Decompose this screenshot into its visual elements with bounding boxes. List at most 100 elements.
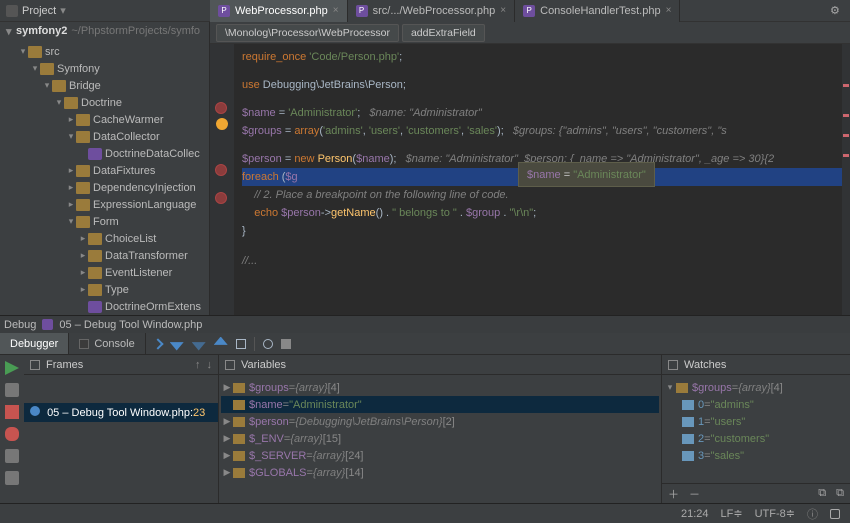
layout-icon[interactable] (5, 471, 19, 485)
lock-icon[interactable] (830, 509, 840, 519)
stop-icon[interactable] (5, 405, 19, 419)
tab-debugger[interactable]: Debugger (0, 333, 69, 354)
editor-tab-label: ConsoleHandlerTest.php (540, 5, 660, 17)
caret-position[interactable]: 21:24 (681, 508, 709, 520)
breakpoint-icon[interactable] (215, 102, 227, 114)
remove-watch-icon[interactable]: － (689, 486, 700, 502)
editor-tab-1[interactable]: P src/.../WebProcessor.php × (348, 0, 516, 22)
editor-area: \Monolog\Processor\WebProcessor addExtra… (210, 22, 850, 315)
file-encoding[interactable]: UTF-8≑ (755, 507, 795, 520)
step-out-icon[interactable] (214, 337, 228, 351)
settings-icon[interactable] (281, 339, 291, 349)
tree-node[interactable]: ▸DataTransformer (0, 247, 209, 264)
frame-row[interactable]: 05 – Debug Tool Window.php:23 (24, 403, 218, 422)
frame-icon (30, 406, 40, 416)
watches-pane: Watches ▾$groups = {array} [4]0 = "admin… (662, 355, 850, 503)
editor-tab-label: WebProcessor.php (235, 5, 328, 17)
watches-toolbar: ＋ － ⧉ ⧉ (662, 483, 850, 503)
code-editor[interactable]: require_once 'Code/Person.php'; use Debu… (210, 44, 850, 315)
add-watch-icon[interactable]: ＋ (668, 486, 679, 502)
view-breakpoints-icon[interactable] (5, 427, 19, 441)
tree-node[interactable]: ▸ExpressionLanguage (0, 196, 209, 213)
error-stripe[interactable] (842, 44, 850, 315)
variable-row[interactable]: ▶$_SERVER = {array} [24] (221, 447, 659, 464)
debug-file-label: 05 – Debug Tool Window.php (59, 319, 202, 331)
variable-row[interactable]: ▶$person = {Debugging\JetBrains\Person} … (221, 413, 659, 430)
breakpoint-icon[interactable] (215, 164, 227, 176)
status-bar: 21:24 LF≑ UTF-8≑ ⓘ (0, 503, 850, 523)
restore-icon[interactable] (668, 360, 678, 370)
variable-row[interactable]: ▶$_ENV = {array} [15] (221, 430, 659, 447)
tree-node[interactable]: ▾DataCollector (0, 128, 209, 145)
frames-header: Frames ↑↓ (24, 355, 218, 375)
more-icon[interactable]: ⧉ (836, 487, 844, 500)
editor-tabs: P WebProcessor.php × P src/.../WebProces… (210, 0, 680, 22)
thread-icon[interactable] (30, 360, 40, 370)
tree-node[interactable]: ▾Form (0, 213, 209, 230)
editor-gutter[interactable] (210, 44, 234, 315)
breadcrumb-method[interactable]: addExtraField (402, 24, 485, 42)
project-tree[interactable]: ▾src▾Symfony▾Bridge▾Doctrine▸CacheWarmer… (0, 41, 209, 315)
step-over-icon[interactable] (152, 338, 163, 349)
force-step-into-icon[interactable] (192, 337, 206, 351)
run-to-cursor-icon[interactable] (236, 339, 246, 349)
php-file-icon: P (356, 5, 368, 17)
watches-header: Watches (662, 355, 850, 375)
tree-node[interactable]: ▸DataFixtures (0, 162, 209, 179)
project-sidebar: ▾ symfony2 ~/PhpstormProjects/symfo ▾src… (0, 22, 210, 315)
close-icon[interactable]: × (500, 5, 506, 16)
copy-icon[interactable]: ⧉ (818, 487, 826, 500)
tab-console[interactable]: Console (69, 333, 145, 354)
tree-node[interactable]: ▾Bridge (0, 77, 209, 94)
line-separator[interactable]: LF≑ (721, 507, 743, 520)
breakpoint-icon[interactable] (215, 192, 227, 204)
tree-node[interactable]: ▾src (0, 43, 209, 60)
watch-item[interactable]: 0 = "admins" (664, 396, 848, 413)
debug-toolbar (146, 333, 291, 354)
mute-breakpoints-icon[interactable] (5, 449, 19, 463)
php-file-icon: P (523, 5, 535, 17)
tree-node[interactable]: ▸CacheWarmer (0, 111, 209, 128)
editor-tab-label: src/.../WebProcessor.php (373, 5, 496, 17)
pause-icon[interactable] (5, 383, 19, 397)
watch-item[interactable]: 1 = "users" (664, 413, 848, 430)
close-icon[interactable]: × (666, 5, 672, 16)
variable-row[interactable]: ▶$GLOBALS = {array} [14] (221, 464, 659, 481)
php-file-icon (42, 319, 53, 330)
project-root[interactable]: ▾ symfony2 ~/PhpstormProjects/symfo (0, 22, 209, 41)
debug-tool-header[interactable]: Debug 05 – Debug Tool Window.php (0, 315, 850, 333)
watch-row[interactable]: ▾$groups = {array} [4] (664, 379, 848, 396)
variable-row[interactable]: $name = "Administrator" (221, 396, 659, 413)
next-frame-icon[interactable]: ↓ (207, 359, 213, 371)
evaluate-icon[interactable] (263, 339, 273, 349)
tree-node[interactable]: ▸EventListener (0, 264, 209, 281)
gear-icon[interactable]: ⚙ (830, 4, 844, 17)
project-tool-icon[interactable] (6, 5, 18, 17)
resume-icon[interactable] (5, 361, 19, 375)
step-into-icon[interactable] (170, 337, 184, 351)
intention-bulb-icon[interactable] (216, 118, 228, 130)
frames-pane: Frames ↑↓ 05 – Debug Tool Window.php:23 (24, 355, 219, 503)
editor-tab-0[interactable]: P WebProcessor.php × (210, 0, 348, 22)
watch-item[interactable]: 3 = "sales" (664, 447, 848, 464)
breadcrumb-namespace[interactable]: \Monolog\Processor\WebProcessor (216, 24, 399, 42)
tree-node[interactable]: ▾Doctrine (0, 94, 209, 111)
tree-node[interactable]: DoctrineOrmExtens (0, 298, 209, 315)
close-icon[interactable]: × (333, 5, 339, 16)
debug-label: Debug (4, 319, 36, 331)
variables-header: Variables (219, 355, 661, 375)
inspect-icon[interactable]: ⓘ (807, 506, 818, 522)
editor-tab-2[interactable]: P ConsoleHandlerTest.php × (515, 0, 680, 22)
variable-row[interactable]: ▶$groups = {array} [4] (221, 379, 659, 396)
restore-icon[interactable] (225, 360, 235, 370)
prev-frame-icon[interactable]: ↑ (195, 359, 201, 371)
tree-node[interactable]: ▾Symfony (0, 60, 209, 77)
tree-node[interactable]: ▸ChoiceList (0, 230, 209, 247)
project-tool-label[interactable]: Project (22, 5, 56, 17)
watch-item[interactable]: 2 = "customers" (664, 430, 848, 447)
debug-run-toolbar (0, 355, 24, 503)
tree-node[interactable]: ▸Type (0, 281, 209, 298)
tree-node[interactable]: DoctrineDataCollec (0, 145, 209, 162)
value-tooltip: $name = "Administrator" (518, 162, 655, 187)
tree-node[interactable]: ▸DependencyInjection (0, 179, 209, 196)
